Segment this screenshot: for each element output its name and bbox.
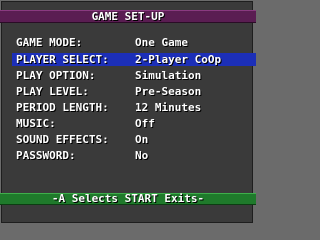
option-label: PERIOD LENGTH: bbox=[16, 101, 109, 114]
option-game-mode[interactable]: GAME MODE: One Game bbox=[12, 36, 256, 49]
option-value: Simulation bbox=[135, 69, 202, 82]
game-setup-screen: GAME SET-UP GAME MODE: One Game PLAYER S… bbox=[0, 0, 256, 224]
option-label: PLAY OPTION: bbox=[16, 69, 96, 82]
option-label: MUSIC: bbox=[16, 117, 56, 130]
option-player-select[interactable]: PLAYER SELECT: 2-Player CoOp bbox=[12, 53, 256, 66]
option-label: PLAY LEVEL: bbox=[16, 85, 89, 98]
option-play-option[interactable]: PLAY OPTION: Simulation bbox=[12, 69, 256, 82]
option-value: Off bbox=[135, 117, 155, 130]
option-label: PLAYER SELECT: bbox=[16, 53, 109, 66]
option-label: PASSWORD: bbox=[16, 149, 76, 162]
option-label: GAME MODE: bbox=[16, 36, 83, 49]
option-value: 12 Minutes bbox=[135, 101, 202, 114]
option-play-level[interactable]: PLAY LEVEL: Pre-Season bbox=[12, 85, 256, 98]
screen-title: GAME SET-UP bbox=[91, 10, 165, 23]
option-period-length[interactable]: PERIOD LENGTH: 12 Minutes bbox=[12, 101, 256, 114]
option-sound-effects[interactable]: SOUND EFFECTS: On bbox=[12, 133, 256, 146]
option-value: On bbox=[135, 133, 149, 146]
option-music[interactable]: MUSIC: Off bbox=[12, 117, 256, 130]
option-value: 2-Player CoOp bbox=[135, 53, 222, 66]
footer-bar: -A Selects START Exits- bbox=[0, 193, 256, 205]
controls-hint: -A Selects START Exits- bbox=[51, 192, 205, 205]
option-value: One Game bbox=[135, 36, 188, 49]
option-label: SOUND EFFECTS: bbox=[16, 133, 109, 146]
option-value: No bbox=[135, 149, 149, 162]
option-value: Pre-Season bbox=[135, 85, 202, 98]
title-bar: GAME SET-UP bbox=[0, 10, 256, 23]
option-password[interactable]: PASSWORD: No bbox=[12, 149, 256, 162]
